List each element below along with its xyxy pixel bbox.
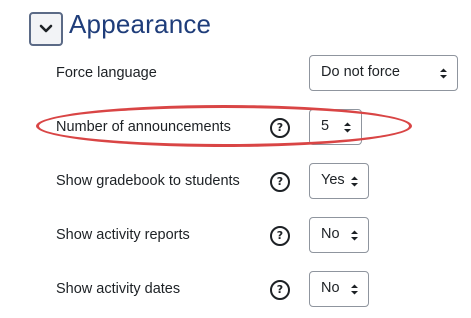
chevron-down-icon: [39, 24, 53, 33]
sort-caret-icon: [344, 122, 351, 133]
setting-label: Show activity reports: [56, 227, 190, 243]
select-value: Do not force: [321, 64, 400, 80]
setting-label: Number of announcements: [56, 119, 231, 135]
select-value: Yes: [321, 172, 345, 188]
number-of-announcements-select[interactable]: 5: [309, 109, 362, 145]
section-title: Appearance: [69, 9, 212, 39]
help-icon[interactable]: ?: [270, 280, 290, 300]
setting-label: Show activity dates: [56, 281, 181, 297]
setting-row-show-activity-reports: Show activity reports ? No: [0, 217, 471, 253]
collapse-button[interactable]: [29, 12, 63, 46]
sort-caret-icon: [351, 284, 358, 295]
sort-caret-icon: [351, 176, 358, 187]
setting-row-show-gradebook: Show gradebook to students ? Yes: [0, 163, 471, 199]
select-value: No: [321, 280, 340, 296]
setting-label: Force language: [56, 65, 157, 81]
force-language-select[interactable]: Do not force: [309, 55, 458, 91]
setting-row-number-of-announcements: Number of announcements ? 5: [0, 109, 471, 145]
setting-label: Show gradebook to students: [56, 173, 240, 189]
show-activity-dates-select[interactable]: No: [309, 271, 369, 307]
help-icon[interactable]: ?: [270, 172, 290, 192]
show-activity-reports-select[interactable]: No: [309, 217, 369, 253]
help-icon[interactable]: ?: [270, 226, 290, 246]
show-gradebook-select[interactable]: Yes: [309, 163, 369, 199]
setting-row-show-activity-dates: Show activity dates ? No: [0, 271, 471, 307]
sort-caret-icon: [440, 68, 447, 79]
select-value: 5: [321, 118, 330, 134]
help-icon[interactable]: ?: [270, 118, 290, 138]
sort-caret-icon: [351, 230, 358, 241]
select-value: No: [321, 226, 340, 242]
setting-row-force-language: Force language Do not force: [0, 55, 471, 91]
